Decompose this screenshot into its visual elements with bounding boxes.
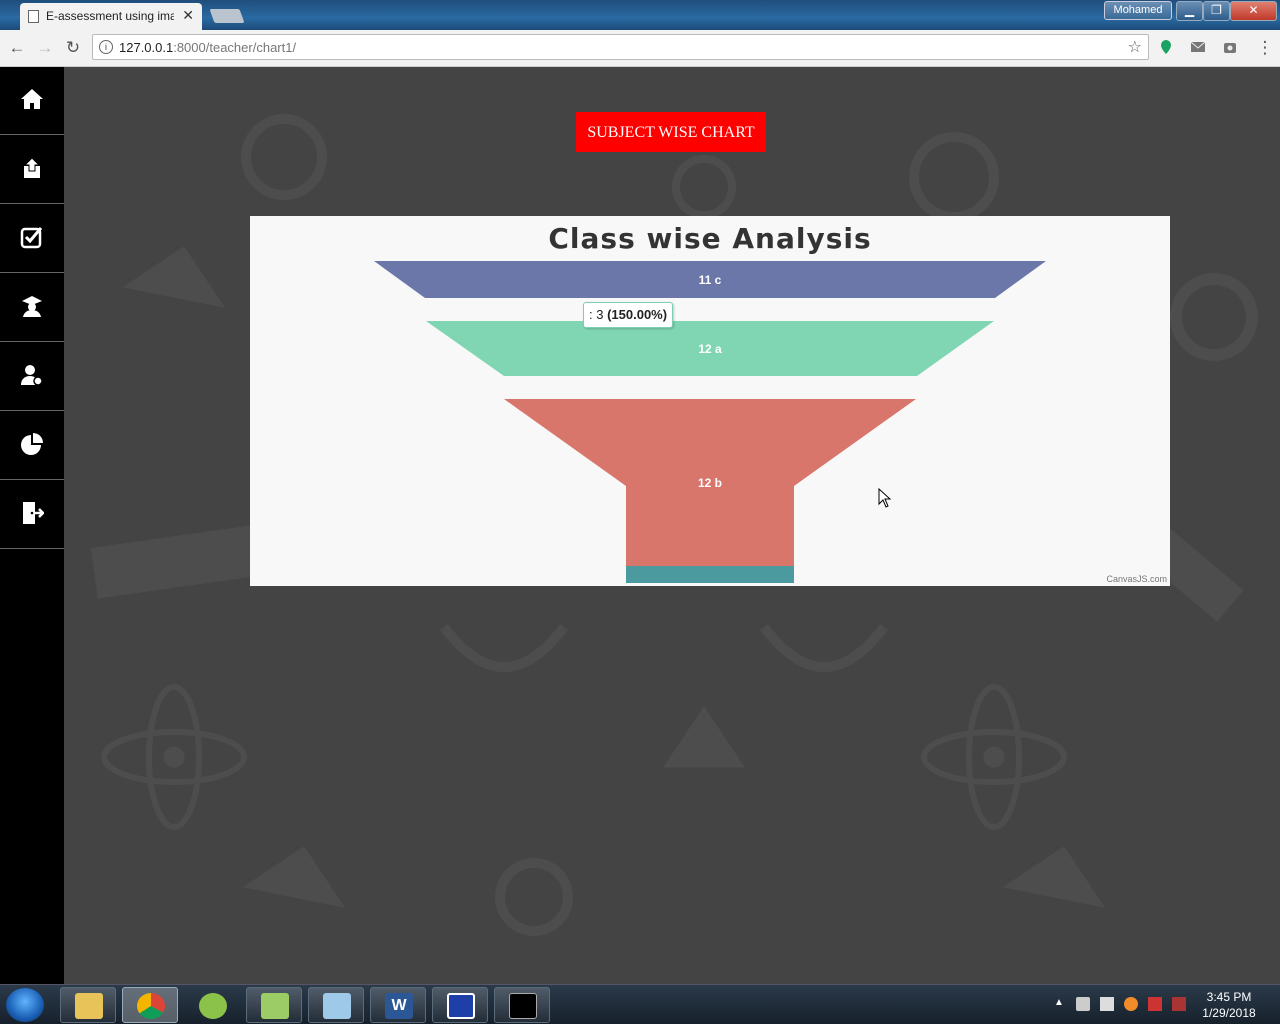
profile-button[interactable]: Mohamed bbox=[1104, 1, 1172, 20]
forward-icon[interactable]: → bbox=[34, 37, 56, 59]
sidebar bbox=[0, 67, 64, 984]
checkbox-icon bbox=[20, 227, 43, 249]
sidebar-item-logout[interactable] bbox=[0, 481, 64, 549]
pie-chart-icon bbox=[21, 433, 43, 455]
logout-icon bbox=[23, 502, 44, 524]
clock-time[interactable]: 3:45 PM bbox=[1200, 990, 1258, 1004]
funnel-chart[interactable]: 11 c 12 a 12 b bbox=[250, 216, 1170, 586]
eraser-icon bbox=[323, 993, 351, 1019]
start-button[interactable] bbox=[6, 988, 44, 1022]
taskbar-app-notepadpp[interactable] bbox=[246, 987, 302, 1023]
canvasjs-credit[interactable]: CanvasJS.com bbox=[1106, 574, 1167, 584]
browser-titlebar: E-assessment using imag ✕ Mohamed ▁ ❐ ✕ bbox=[0, 0, 1280, 30]
tooltip-value: : 3 bbox=[589, 307, 604, 322]
main-content: SUBJECT WISE CHART 11 c 12 a 12 b Class wi… bbox=[64, 67, 1280, 984]
clock-date[interactable]: 1/29/2018 bbox=[1200, 1006, 1258, 1020]
app-icon bbox=[447, 993, 475, 1019]
file-explorer-icon bbox=[75, 993, 103, 1019]
flag-icon[interactable] bbox=[1148, 997, 1162, 1011]
taskbar-app-chameleon[interactable] bbox=[184, 987, 240, 1023]
mail-icon[interactable] bbox=[1190, 39, 1206, 55]
taskbar-app-explorer[interactable] bbox=[60, 987, 116, 1023]
info-icon[interactable]: i bbox=[99, 40, 113, 54]
sidebar-item-profile[interactable] bbox=[0, 343, 64, 411]
url-path: :8000/teacher/chart1/ bbox=[173, 40, 297, 55]
chart-tooltip: : 3 (150.00%) bbox=[583, 302, 674, 328]
extension-icon[interactable] bbox=[1222, 39, 1238, 55]
location-pin-icon[interactable] bbox=[1158, 39, 1174, 55]
tooltip-percent: (150.00%) bbox=[607, 307, 668, 322]
taskbar-app-cmd[interactable] bbox=[494, 987, 550, 1023]
funnel-segment[interactable] bbox=[626, 566, 794, 583]
chrome-icon bbox=[137, 993, 165, 1019]
tab-title: E-assessment using imag bbox=[46, 9, 174, 23]
notepad-plus-icon bbox=[261, 993, 289, 1019]
mouse-cursor-icon bbox=[878, 488, 892, 508]
taskbar-app-word[interactable]: W bbox=[370, 987, 426, 1023]
url-text: 127.0.0.1:8000/teacher/chart1/ bbox=[119, 40, 296, 55]
funnel-segment-label: 11 c bbox=[699, 273, 722, 287]
word-icon: W bbox=[385, 993, 413, 1019]
show-hidden-icons-icon[interactable]: ▲ bbox=[1054, 997, 1068, 1011]
bookmark-star-icon[interactable]: ☆ bbox=[1128, 37, 1142, 57]
taskbar-app-generic[interactable] bbox=[432, 987, 488, 1023]
upload-icon bbox=[23, 157, 41, 178]
antivirus-icon[interactable] bbox=[1124, 997, 1138, 1011]
battery-icon[interactable] bbox=[1172, 997, 1186, 1011]
sidebar-item-students[interactable] bbox=[0, 274, 64, 342]
chameleon-icon bbox=[199, 993, 227, 1019]
chart-container: 11 c 12 a 12 b Class wise Analysis : 3 (15… bbox=[250, 216, 1170, 586]
sidebar-item-home[interactable] bbox=[0, 67, 64, 135]
sidebar-item-charts[interactable] bbox=[0, 412, 64, 480]
browser-toolbar: ← → ↻ i 127.0.0.1:8000/teacher/chart1/ ☆… bbox=[0, 30, 1280, 67]
back-icon[interactable]: ← bbox=[6, 37, 28, 59]
cmd-icon bbox=[509, 993, 537, 1019]
network-icon[interactable] bbox=[1100, 997, 1114, 1011]
home-icon bbox=[21, 89, 43, 109]
windows-taskbar: W ▲ 3:45 PM 1/29/2018 bbox=[0, 984, 1280, 1024]
minimize-button[interactable]: ▁ bbox=[1176, 1, 1203, 21]
volume-muted-icon[interactable] bbox=[1076, 997, 1090, 1011]
funnel-segment-label: 12 b bbox=[698, 476, 722, 490]
user-settings-icon bbox=[21, 365, 43, 386]
close-window-button[interactable]: ✕ bbox=[1230, 1, 1277, 21]
menu-icon[interactable]: ⋮ bbox=[1254, 37, 1276, 59]
taskbar-app-chrome[interactable] bbox=[122, 987, 178, 1023]
student-icon bbox=[22, 296, 42, 317]
funnel-segment-label: 12 a bbox=[698, 342, 722, 356]
page-icon bbox=[28, 10, 39, 23]
maximize-button[interactable]: ❐ bbox=[1203, 1, 1230, 21]
chart-title: Class wise Analysis bbox=[548, 222, 872, 255]
subject-wise-chart-button[interactable]: SUBJECT WISE CHART bbox=[576, 112, 766, 152]
new-tab-button[interactable] bbox=[209, 9, 245, 23]
taskbar-app-eraser[interactable] bbox=[308, 987, 364, 1023]
browser-tab-active[interactable]: E-assessment using imag ✕ bbox=[20, 3, 202, 30]
reload-icon[interactable]: ↻ bbox=[62, 37, 84, 59]
sidebar-item-assessment[interactable] bbox=[0, 205, 64, 273]
url-host: 127.0.0.1 bbox=[119, 40, 174, 55]
address-bar[interactable]: i 127.0.0.1:8000/teacher/chart1/ ☆ bbox=[92, 34, 1149, 60]
tab-close-icon[interactable]: ✕ bbox=[182, 7, 194, 24]
sidebar-item-upload[interactable] bbox=[0, 136, 64, 204]
